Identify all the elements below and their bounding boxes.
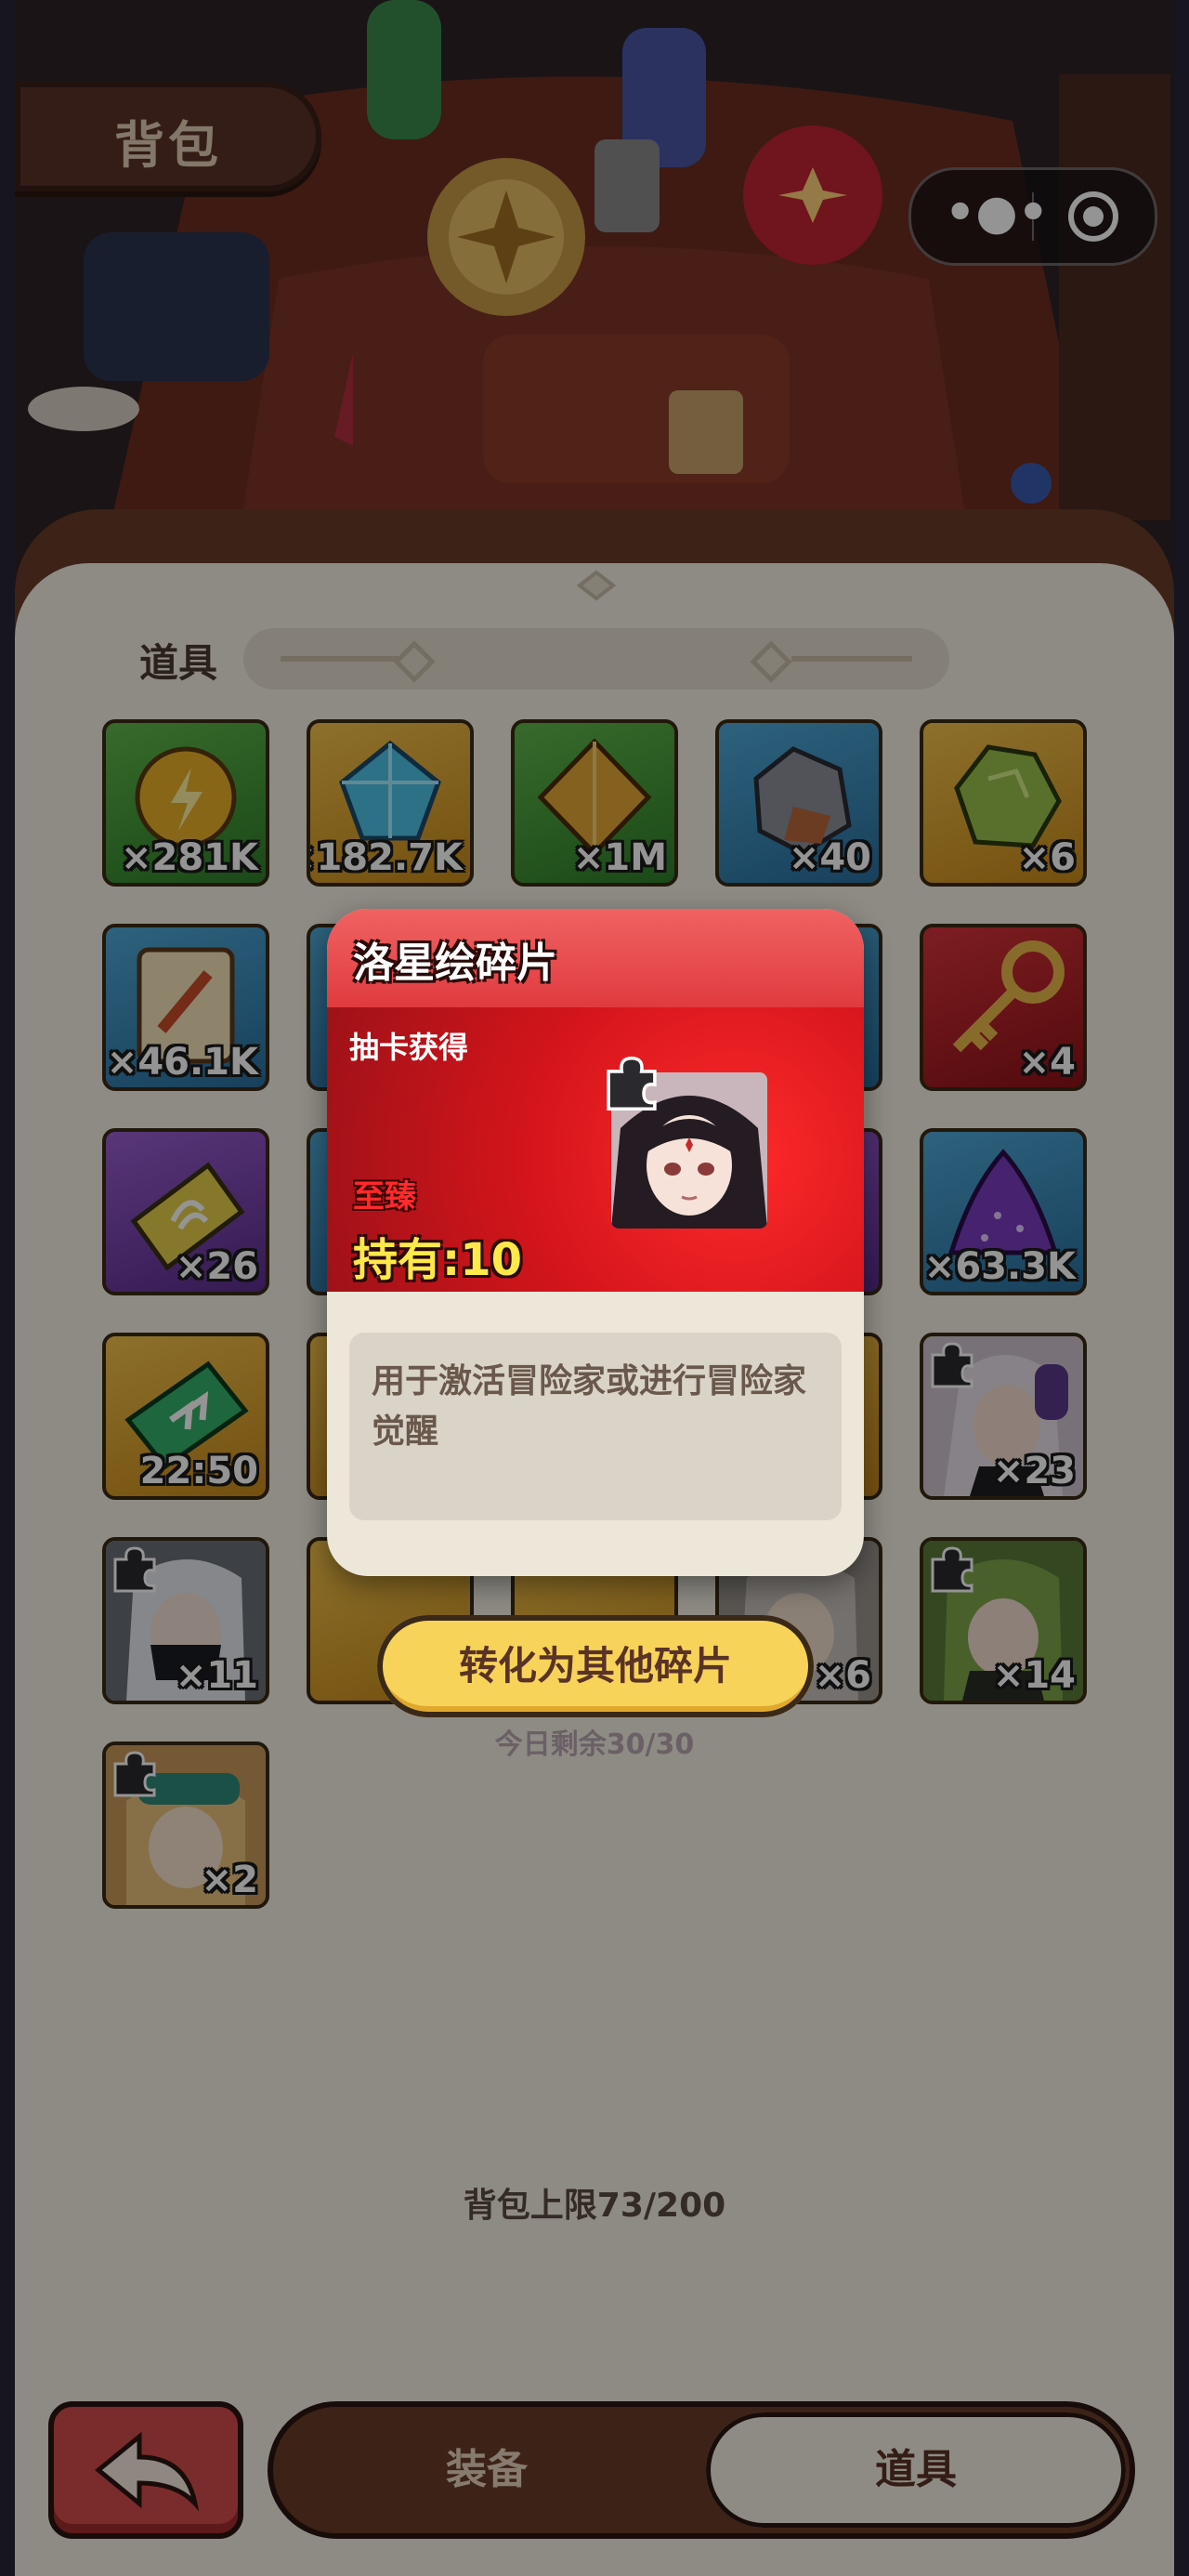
owned-count: 持有:10 [353, 1234, 522, 1286]
description-box: 用于激活冒险家或进行冒险家觉醒 [349, 1333, 842, 1520]
rarity-label: 至臻 [353, 1178, 416, 1216]
screen-edge-right [1174, 0, 1189, 2576]
popup-header: 洛星绘碎片 [327, 909, 864, 1007]
puzzle-piece-icon [607, 1056, 657, 1111]
screen-edge-left [0, 0, 15, 2576]
item-source: 抽卡获得 [349, 1030, 469, 1065]
popup-body: 抽卡获得 至臻 持有:10 [327, 1007, 864, 1292]
backpack-screen: 背包 •●• 道具 ×281K 182.7K ×1M ×40 ×6 ×46.1K… [0, 0, 1189, 2576]
item-detail-popup: 洛星绘碎片 抽卡获得 至臻 持有:10 用于激活冒险家或进行冒险家觉醒 [327, 909, 864, 1576]
convert-fragment-button[interactable]: 转化为其他碎片 [377, 1615, 814, 1717]
item-description: 用于激活冒险家或进行冒险家觉醒 [372, 1362, 807, 1451]
daily-remaining: 今日剩余30/30 [494, 1728, 695, 1761]
popup-title: 洛星绘碎片 [353, 940, 557, 987]
